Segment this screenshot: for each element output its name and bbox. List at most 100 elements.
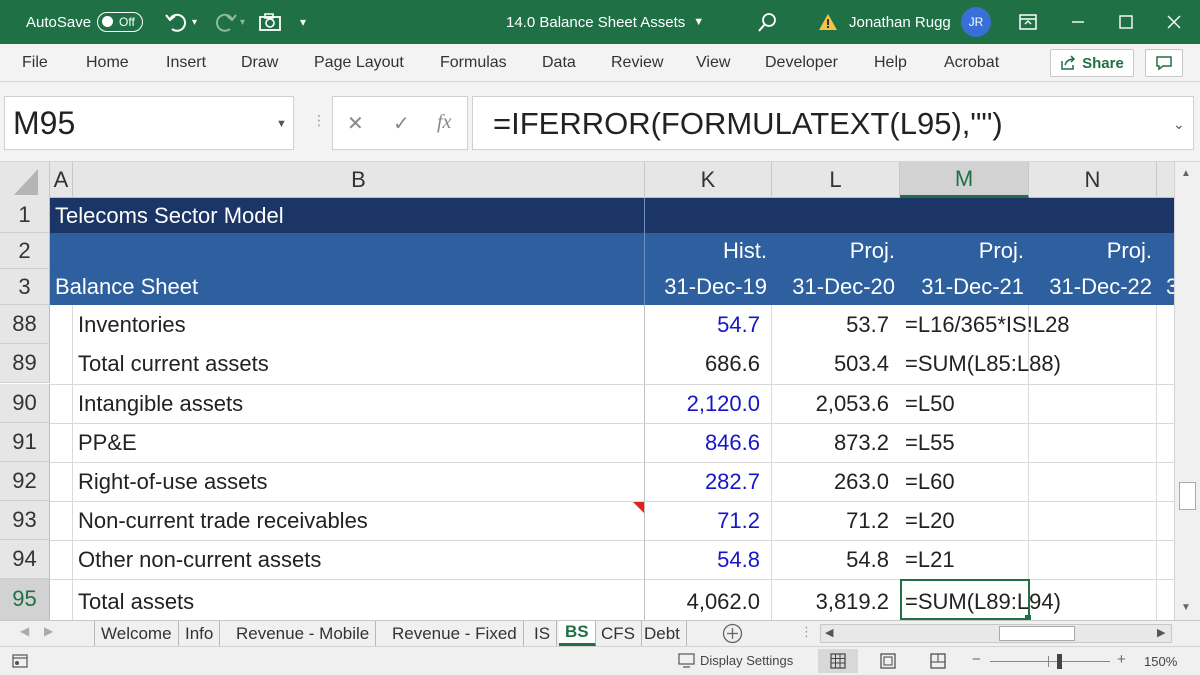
- cell-m88[interactable]: =L16/365*IS!L28: [905, 305, 1070, 344]
- horizontal-scrollbar[interactable]: ◀ ▶: [820, 624, 1172, 643]
- cell-l93[interactable]: 71.2: [772, 501, 889, 540]
- cell-k93[interactable]: 71.2: [645, 501, 760, 540]
- scroll-up-icon[interactable]: ▲: [1181, 168, 1191, 179]
- warning-indicator[interactable]: [818, 0, 838, 44]
- document-title-button[interactable]: 14.0 Balance Sheet Assets ▼: [506, 0, 704, 44]
- autosave-toggle[interactable]: Off: [97, 12, 144, 32]
- row-header-89[interactable]: 89: [0, 344, 50, 383]
- label-total-assets[interactable]: Total assets: [78, 582, 194, 620]
- add-sheet-icon[interactable]: [722, 623, 743, 644]
- column-header-a[interactable]: A: [50, 162, 73, 198]
- column-header-b[interactable]: B: [73, 162, 645, 198]
- column-header-k[interactable]: K: [645, 162, 772, 198]
- proj-label-l[interactable]: Proj.: [772, 233, 895, 269]
- tab-home[interactable]: Home: [86, 54, 129, 72]
- cell-l92[interactable]: 263.0: [772, 462, 889, 501]
- label-non-current-trade-receivables[interactable]: Non-current trade receivables: [78, 501, 368, 540]
- scroll-down-icon[interactable]: ▼: [1181, 602, 1191, 613]
- share-button[interactable]: Share: [1050, 49, 1134, 77]
- date-o-partial[interactable]: 3: [1166, 269, 1174, 305]
- cell-l94[interactable]: 54.8: [772, 540, 889, 579]
- display-settings-button[interactable]: Display Settings: [678, 653, 793, 668]
- enter-check-icon[interactable]: ✓: [393, 111, 410, 136]
- sheet-tab-debt[interactable]: Debt: [638, 621, 687, 646]
- comment-indicator-icon[interactable]: [633, 502, 644, 513]
- proj-label-m[interactable]: Proj.: [900, 233, 1024, 269]
- autosave-control[interactable]: AutoSave Off: [26, 0, 144, 44]
- resize-handle-icon[interactable]: ⋮: [312, 112, 326, 129]
- customize-toolbar-icon[interactable]: ▾: [300, 0, 306, 44]
- cell-m90[interactable]: =L50: [905, 384, 955, 423]
- label-right-of-use-assets[interactable]: Right-of-use assets: [78, 462, 268, 501]
- row-header-93[interactable]: 93: [0, 501, 50, 540]
- cell-m94[interactable]: =L21: [905, 540, 955, 579]
- tab-draw[interactable]: Draw: [241, 54, 278, 72]
- label-total-current-assets[interactable]: Total current assets: [78, 344, 269, 383]
- formula-input[interactable]: =IFERROR(FORMULATEXT(L95),""): [472, 96, 1194, 150]
- tab-page-layout[interactable]: Page Layout: [314, 54, 404, 72]
- cell-m89[interactable]: =SUM(L85:L88): [905, 344, 1061, 383]
- cell-m95[interactable]: =SUM(L89:L94): [905, 582, 1061, 620]
- horizontal-scroll-thumb[interactable]: [999, 626, 1075, 641]
- cell-l91[interactable]: 873.2: [772, 423, 889, 462]
- date-n[interactable]: 31-Dec-22: [1029, 269, 1152, 305]
- tab-scroll-left-icon[interactable]: ◀: [20, 624, 29, 638]
- tab-scroll-right-icon[interactable]: ▶: [44, 624, 53, 638]
- cancel-icon[interactable]: ✕: [347, 111, 364, 136]
- normal-view-button[interactable]: [818, 649, 858, 673]
- tab-help[interactable]: Help: [874, 54, 907, 72]
- vertical-scroll-thumb[interactable]: [1179, 482, 1196, 510]
- tab-acrobat[interactable]: Acrobat: [944, 54, 999, 72]
- label-inventories[interactable]: Inventories: [78, 305, 186, 344]
- tab-view[interactable]: View: [696, 54, 730, 72]
- name-box[interactable]: M95: [4, 96, 294, 150]
- model-title[interactable]: Telecoms Sector Model: [55, 198, 284, 233]
- row-header-94[interactable]: 94: [0, 540, 50, 579]
- h-scroll-right-icon[interactable]: ▶: [1157, 626, 1165, 639]
- expand-formula-bar-icon[interactable]: ⌄: [1173, 116, 1185, 133]
- maximize-button[interactable]: [1118, 0, 1134, 44]
- proj-label-n[interactable]: Proj.: [1029, 233, 1152, 269]
- row-header-95[interactable]: 95: [0, 579, 50, 620]
- sheet-tab-revenue-mobile[interactable]: Revenue - Mobile: [230, 621, 377, 646]
- insert-function-icon[interactable]: fx: [437, 111, 451, 134]
- hist-label-k[interactable]: Hist.: [645, 233, 767, 269]
- sheet-tab-info[interactable]: Info: [179, 621, 221, 646]
- cell-k88[interactable]: 54.7: [645, 305, 760, 344]
- label-other-non-current-assets[interactable]: Other non-current assets: [78, 540, 321, 579]
- row-header-92[interactable]: 92: [0, 462, 50, 501]
- sheet-tab-revenue-fixed[interactable]: Revenue - Fixed: [386, 621, 524, 646]
- zoom-slider-track[interactable]: [990, 661, 1110, 662]
- label-intangible-assets[interactable]: Intangible assets: [78, 384, 243, 423]
- row-header-1[interactable]: 1: [0, 198, 50, 233]
- date-l[interactable]: 31-Dec-20: [772, 269, 895, 305]
- sheet-tab-welcome[interactable]: Welcome: [94, 621, 179, 646]
- tab-file[interactable]: File: [22, 54, 48, 72]
- zoom-in-icon[interactable]: +: [1117, 651, 1126, 668]
- date-m[interactable]: 31-Dec-21: [900, 269, 1024, 305]
- cell-k90[interactable]: 2,120.0: [645, 384, 760, 423]
- close-button[interactable]: [1166, 0, 1182, 44]
- tab-insert[interactable]: Insert: [166, 54, 206, 72]
- row-header-90[interactable]: 90: [0, 384, 50, 423]
- minimize-button[interactable]: [1070, 0, 1086, 44]
- column-header-n[interactable]: N: [1029, 162, 1157, 198]
- tab-developer[interactable]: Developer: [765, 54, 838, 72]
- cell-l89[interactable]: 503.4: [772, 344, 889, 383]
- cell-l88[interactable]: 53.7: [772, 305, 889, 344]
- h-scroll-left-icon[interactable]: ◀: [825, 626, 833, 639]
- cell-l95[interactable]: 3,819.2: [772, 582, 889, 620]
- tab-formulas[interactable]: Formulas: [440, 54, 507, 72]
- zoom-slider-thumb[interactable]: [1057, 654, 1062, 669]
- sheet-tab-cfs[interactable]: CFS: [595, 621, 642, 646]
- row-header-91[interactable]: 91: [0, 423, 50, 462]
- sheet-tab-is[interactable]: IS: [528, 621, 558, 646]
- cell-k92[interactable]: 282.7: [645, 462, 760, 501]
- cell-m93[interactable]: =L20: [905, 501, 955, 540]
- search-button[interactable]: [757, 0, 779, 44]
- sheet-tab-bs[interactable]: BS: [559, 621, 596, 646]
- tab-splitter-icon[interactable]: ⋮: [800, 624, 813, 640]
- ribbon-display-options-button[interactable]: [1018, 0, 1038, 44]
- page-layout-view-icon[interactable]: [880, 653, 896, 669]
- spreadsheet-grid[interactable]: A B K L M N 1 2 3 Telecoms Sector Model …: [0, 162, 1174, 620]
